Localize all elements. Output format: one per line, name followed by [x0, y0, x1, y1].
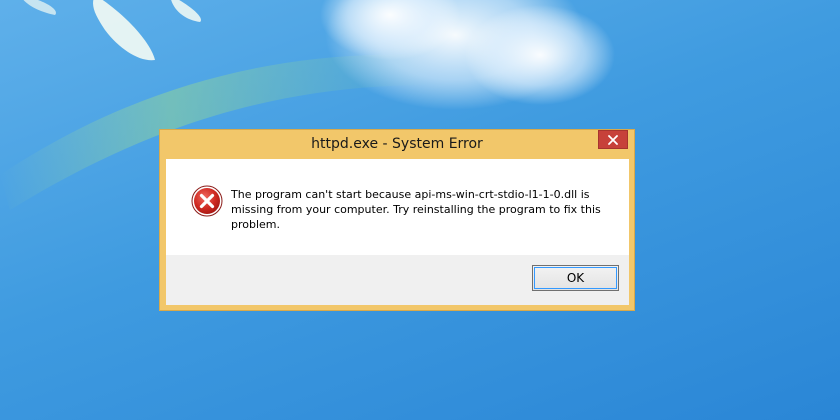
- window-title: httpd.exe - System Error: [311, 136, 483, 152]
- error-icon: [191, 185, 223, 217]
- close-icon: [608, 134, 618, 145]
- error-message: The program can't start because api-ms-w…: [231, 188, 601, 231]
- desktop: httpd.exe - System Error The program can…: [0, 0, 840, 420]
- button-bar: OK: [166, 255, 629, 305]
- system-error-dialog: httpd.exe - System Error The program can…: [159, 129, 635, 311]
- close-button[interactable]: [598, 130, 628, 149]
- dialog-content: The program can't start because api-ms-w…: [166, 159, 629, 305]
- title-bar[interactable]: httpd.exe - System Error: [160, 130, 634, 158]
- message-area: The program can't start because api-ms-w…: [166, 159, 629, 255]
- ok-button[interactable]: OK: [532, 265, 619, 291]
